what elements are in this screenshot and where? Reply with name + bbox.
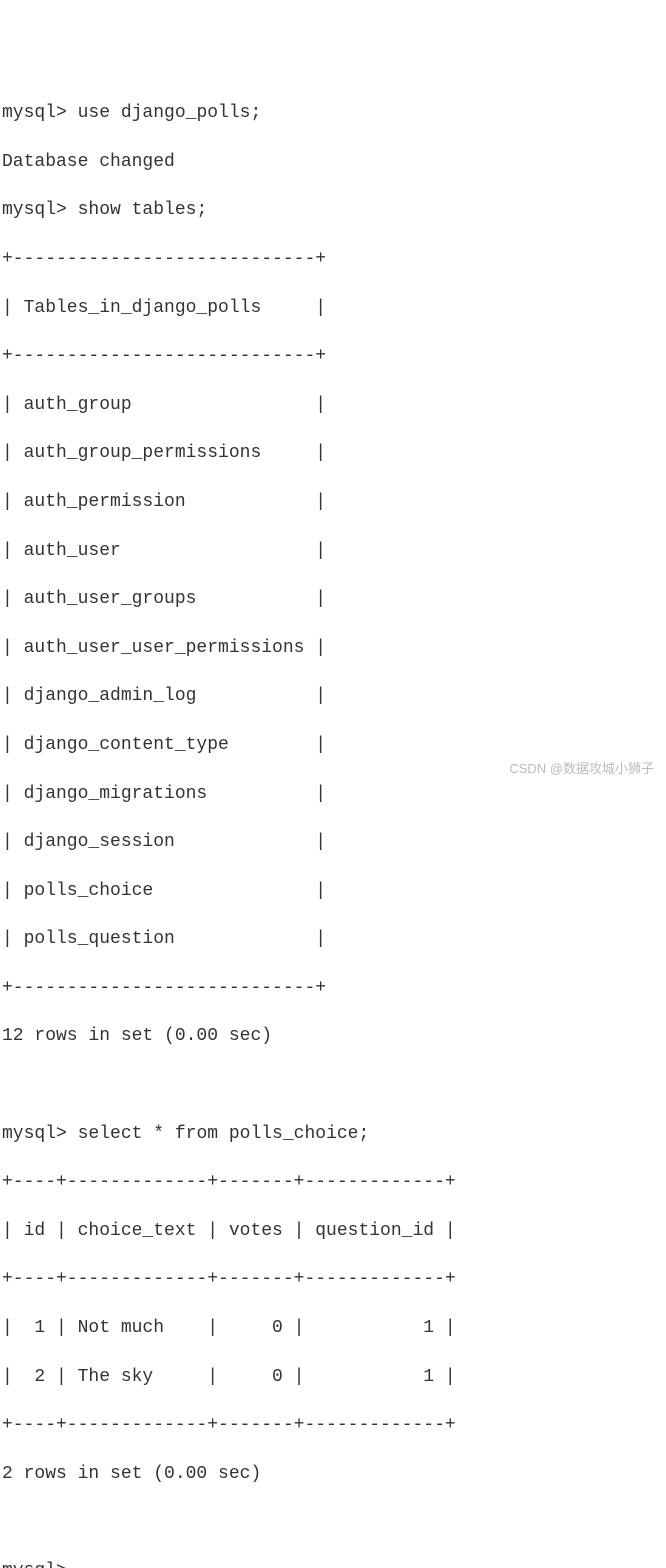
table-row: | polls_question |: [2, 927, 664, 951]
mysql-prompt[interactable]: mysql>: [2, 200, 67, 220]
command-use: use django_polls;: [78, 103, 262, 123]
tables-header: | Tables_in_django_polls |: [2, 296, 664, 320]
tables-border-top: +----------------------------+: [2, 247, 664, 271]
mysql-prompt[interactable]: mysql>: [2, 1124, 67, 1144]
use-response: Database changed: [2, 150, 664, 174]
tables-border-bottom: +----------------------------+: [2, 976, 664, 1000]
prompt-select-line: mysql> select * from polls_choice;: [2, 1122, 664, 1146]
select-border-bottom: +----+-------------+-------+------------…: [2, 1413, 664, 1437]
table-row: | auth_group |: [2, 393, 664, 417]
select-border-mid: +----+-------------+-------+------------…: [2, 1267, 664, 1291]
table-row: | django_admin_log |: [2, 684, 664, 708]
table-row: | auth_group_permissions |: [2, 441, 664, 465]
prompt-empty-line[interactable]: mysql>: [2, 1559, 664, 1568]
select-row: | 1 | Not much | 0 | 1 |: [2, 1316, 664, 1340]
prompt-use-line: mysql> use django_polls;: [2, 101, 664, 125]
table-row: | auth_permission |: [2, 490, 664, 514]
table-row: | polls_choice |: [2, 879, 664, 903]
blank-line: [2, 1073, 664, 1097]
mysql-prompt[interactable]: mysql>: [2, 103, 67, 123]
select-border-top: +----+-------------+-------+------------…: [2, 1170, 664, 1194]
table-row: | auth_user_user_permissions |: [2, 636, 664, 660]
table-row: | django_migrations |: [2, 782, 664, 806]
blank-line: [2, 1510, 664, 1534]
table-row: | django_content_type |: [2, 733, 664, 757]
tables-footer: 12 rows in set (0.00 sec): [2, 1024, 664, 1048]
tables-border-mid: +----------------------------+: [2, 344, 664, 368]
table-row: | auth_user_groups |: [2, 587, 664, 611]
select-footer: 2 rows in set (0.00 sec): [2, 1462, 664, 1486]
table-row: | django_session |: [2, 830, 664, 854]
select-row: | 2 | The sky | 0 | 1 |: [2, 1365, 664, 1389]
prompt-show-line: mysql> show tables;: [2, 198, 664, 222]
command-select: select * from polls_choice;: [78, 1124, 370, 1144]
mysql-prompt[interactable]: mysql>: [2, 1561, 67, 1568]
table-row: | auth_user |: [2, 539, 664, 563]
watermark-text: CSDN @数据攻城小狮子: [509, 760, 654, 778]
select-header: | id | choice_text | votes | question_id…: [2, 1219, 664, 1243]
command-show-tables: show tables;: [78, 200, 208, 220]
